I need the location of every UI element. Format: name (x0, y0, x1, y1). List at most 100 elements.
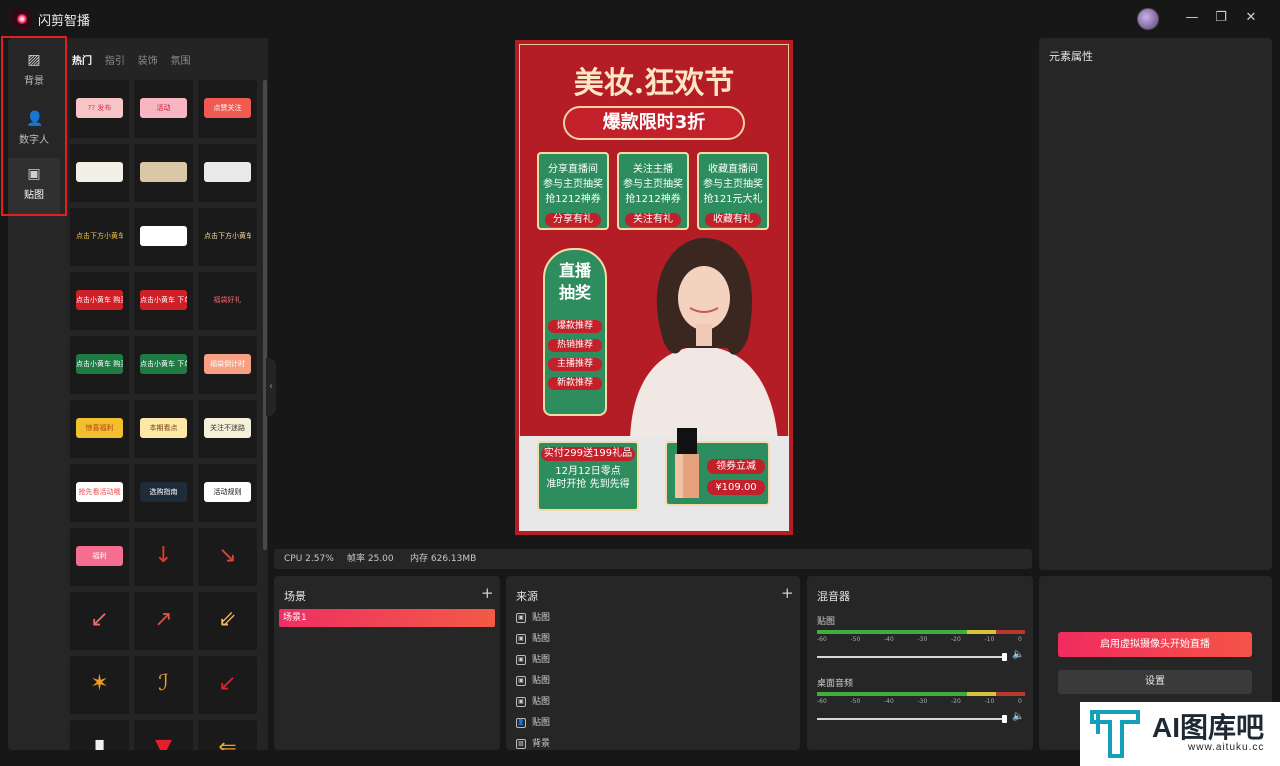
tab-decoration[interactable]: 装饰 (138, 52, 158, 67)
sticker-thumbnail[interactable]: ▼ (134, 720, 193, 750)
add-source-button[interactable]: + (781, 584, 794, 602)
sticker-thumbnail[interactable]: 点击小黄车 下单 (134, 272, 193, 330)
meter-tick-label: 0 (1018, 636, 1022, 643)
sticker-scrollbar[interactable] (263, 80, 267, 550)
sticker-thumbnail[interactable]: ↓ (134, 528, 193, 586)
sticker-thumbnail[interactable]: ▮ (70, 720, 129, 750)
sticker-thumbnail[interactable]: 福袋倒计时 (198, 336, 257, 394)
lottery-tag: 爆款推荐 (548, 320, 602, 333)
sticker-thumbnail[interactable] (134, 144, 193, 202)
sticker-thumbnail[interactable]: 选购指南 (134, 464, 193, 522)
meter-tick-label: -50 (850, 636, 861, 643)
minimize-button[interactable]: — (1184, 9, 1200, 27)
meter-tick-label: -10 (984, 636, 995, 643)
scene-item[interactable]: 场景1 (279, 609, 495, 627)
sticker-thumbnail[interactable]: 福利 (70, 528, 129, 586)
card-button: 关注有礼 (625, 213, 681, 227)
app-title: 闪剪智播 (38, 14, 91, 29)
sticker-label: ↘ (204, 540, 251, 572)
sticker-thumbnail[interactable]: 抢先看活动哦 (70, 464, 129, 522)
sticker-thumbnail[interactable]: ↗ (134, 592, 193, 650)
source-item[interactable]: ▣ 贴图 (516, 673, 550, 689)
add-scene-button[interactable]: + (481, 584, 494, 602)
sticker-thumbnail[interactable]: 点击小黄车 购买 (70, 336, 129, 394)
live-preview[interactable]: 美妆.狂欢节 爆款限时3折 分享直播间 参与主页抽奖 抢1212神券 分享有礼 … (515, 40, 793, 535)
sticker-label: 本期看点 (140, 418, 187, 438)
sticker-thumbnail[interactable]: ✶ (70, 656, 129, 714)
card-line: 抢1212神券 (625, 194, 681, 205)
sticker-thumbnail[interactable]: ↘ (198, 528, 257, 586)
sticker-label: 点击下方小黄车 (76, 226, 123, 246)
sticker-label (204, 162, 251, 182)
speaker-icon[interactable]: 🔈 (1012, 711, 1024, 722)
tab-atmosphere[interactable]: 氛围 (170, 52, 190, 67)
sticker-label: ℐ (140, 668, 187, 700)
sticker-label: ↓ (140, 540, 187, 572)
sticker-thumbnail[interactable]: 关注不迷路 (198, 400, 257, 458)
sticker-label: 点击下方小黄车 (204, 226, 251, 246)
promo-card: 实付299送199礼品 12月12日零点 准时开抢 先到先得 (537, 441, 639, 511)
collapse-panel-button[interactable]: ‹ (266, 358, 276, 416)
sticker-thumbnail[interactable]: 点赞关注 (198, 80, 257, 138)
volume-slider-knob[interactable] (1002, 715, 1007, 723)
volume-slider[interactable] (817, 653, 1007, 661)
source-item[interactable]: ▣ 贴图 (516, 610, 550, 626)
sticker-thumbnail[interactable]: ⇙ (198, 592, 257, 650)
source-item[interactable]: ▣ 贴图 (516, 652, 550, 668)
sticker-thumbnail[interactable]: 点击下方小黄车 (198, 208, 257, 266)
lottery-banner: 直播 抽奖 爆款推荐 热销推荐 主播推荐 新款推荐 (543, 248, 607, 416)
sticker-thumbnail[interactable]: 点击小黄车 下单 (134, 336, 193, 394)
source-label: 贴图 (532, 718, 551, 728)
sticker-label: ▼ (140, 732, 187, 750)
source-item[interactable]: ▣ 贴图 (516, 694, 550, 710)
sticker-thumbnail[interactable] (198, 144, 257, 202)
sticker-thumbnail[interactable]: 本期看点 (134, 400, 193, 458)
level-meter (817, 692, 1025, 696)
sticker-thumbnail[interactable]: ↙ (198, 656, 257, 714)
sticker-icon: ▣ (516, 675, 526, 686)
settings-button[interactable]: 设置 (1058, 670, 1252, 694)
sticker-thumbnail[interactable]: 惊喜福利 (70, 400, 129, 458)
watermark: AI图库吧 www.aituku.cc (1080, 702, 1280, 766)
sticker-label (76, 162, 123, 182)
maximize-button[interactable]: ❐ (1213, 9, 1229, 27)
avatar[interactable] (1137, 8, 1159, 30)
sticker-thumbnail[interactable]: ↙ (70, 592, 129, 650)
meter-tick-label: -20 (951, 698, 961, 705)
meter-tick-label: -40 (884, 698, 894, 705)
source-item[interactable]: ▨ 背景 (516, 736, 550, 752)
sticker-thumbnail[interactable]: ?? 发布 (70, 80, 129, 138)
sticker-thumbnail[interactable]: 活动规则 (198, 464, 257, 522)
close-button[interactable]: ✕ (1243, 9, 1259, 27)
title-bar: 闪剪智播 — ❐ ✕ (0, 0, 1280, 36)
watermark-logo-icon (1090, 710, 1140, 758)
host-person-image (630, 237, 778, 440)
sticker-label: 点击小黄车 购买 (76, 290, 123, 310)
sticker-thumbnail[interactable] (134, 208, 193, 266)
sticker-thumbnail[interactable]: 福袋好礼 (198, 272, 257, 330)
sticker-thumbnail[interactable]: ⇐ (198, 720, 257, 750)
sticker-label: 福利 (76, 546, 123, 566)
tab-hot[interactable]: 热门 (72, 52, 92, 67)
sticker-thumbnail[interactable]: 点击下方小黄车 (70, 208, 129, 266)
sticker-thumbnail[interactable]: ℐ (134, 656, 193, 714)
promo-line: 12月12日零点 (555, 466, 621, 477)
source-item[interactable]: 👤 贴图 (516, 715, 550, 731)
go-live-button[interactable]: 启用虚拟摄像头开始直播 (1058, 632, 1252, 657)
meter-tick-label: -60 (817, 698, 827, 705)
sticker-thumbnail[interactable]: 活动 (134, 80, 193, 138)
sticker-thumbnail[interactable]: 点击小黄车 购买 (70, 272, 129, 330)
meter-tick-label: -10 (984, 698, 995, 705)
tab-guide[interactable]: 指引 (105, 52, 125, 67)
sticker-icon: ▣ (516, 696, 526, 707)
volume-slider[interactable] (817, 715, 1007, 723)
speaker-icon[interactable]: 🔈 (1012, 649, 1024, 660)
sticker-label: ?? 发布 (76, 98, 123, 118)
card-line: 参与主页抽奖 (703, 179, 763, 190)
sticker-thumbnail[interactable] (70, 144, 129, 202)
volume-slider-knob[interactable] (1002, 653, 1007, 661)
sticker-tabs: 热门 指引 装饰 氛围 (72, 52, 199, 68)
lottery-title-line: 抽奖 (558, 283, 591, 302)
source-label: 贴图 (532, 697, 551, 707)
source-item[interactable]: ▣ 贴图 (516, 631, 550, 647)
